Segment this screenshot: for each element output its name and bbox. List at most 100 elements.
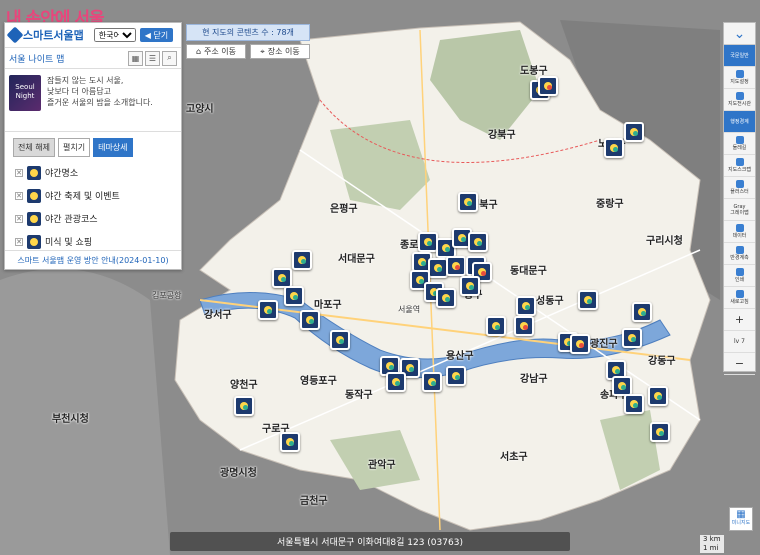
toolbar-cluster[interactable]: 플러스터: [724, 177, 755, 199]
chevron-down-icon[interactable]: ⌄: [724, 23, 755, 45]
map-marker[interactable]: [458, 192, 478, 212]
map-marker[interactable]: [624, 122, 644, 142]
place-yongsan: 용산구: [446, 351, 474, 362]
map-marker[interactable]: [612, 376, 632, 396]
map-marker[interactable]: [258, 300, 278, 320]
toolbar-label: 둘레길: [732, 145, 747, 151]
toolbar-map-gallery[interactable]: 지도전시관: [724, 89, 755, 111]
panel-title: 서울 나이트 맵: [9, 54, 65, 65]
map-marker[interactable]: [648, 386, 668, 406]
place-move-label: 장소 이동: [267, 47, 300, 56]
smart-seoul-map-logo[interactable]: 스마트서울맵: [6, 26, 84, 44]
map-marker[interactable]: [446, 256, 466, 276]
toolbar-korean-basic[interactable]: 국문일반: [724, 45, 755, 67]
toolbar-map-settings[interactable]: 지도설정: [724, 67, 755, 89]
zoom-out-button[interactable]: −: [724, 353, 755, 375]
theme-intro: Seoul Night 잠들지 않는 도시 서울, 낮보다 더 아름답고 즐거운…: [5, 69, 181, 121]
map-marker[interactable]: [514, 316, 534, 336]
map-marker[interactable]: [632, 302, 652, 322]
settings-icon: [735, 70, 744, 78]
search-icon[interactable]: ⌕: [162, 50, 177, 66]
operation-notice-link[interactable]: 스마트 서울맵 운영 방안 안내(2024-01-10): [5, 250, 181, 266]
place-gimpo-airport: 김포공항: [152, 291, 182, 300]
grid-view-icon[interactable]: ▦: [128, 50, 143, 66]
toolbar-label: 새로고침: [730, 299, 749, 305]
map-logo-icon: [6, 26, 24, 44]
map-marker[interactable]: [604, 138, 624, 158]
map-marker[interactable]: [622, 328, 642, 348]
place-seongdong: 성동구: [536, 296, 564, 307]
map-marker[interactable]: [300, 310, 320, 330]
logo-text: 스마트서울맵: [23, 29, 84, 42]
place-gwangjin: 광진구: [590, 339, 618, 350]
scrap-icon: [735, 158, 744, 166]
map-toolbar: ⌄ 국문일반 지도설정 지도전시관 행정경계 둘레길 지도스크랩 플러스터 Gr…: [723, 22, 756, 375]
toolbar-admin-boundary[interactable]: 행정경계: [724, 111, 755, 133]
map-marker[interactable]: [516, 296, 536, 316]
toolbar-radius[interactable]: 반경계측: [724, 243, 755, 265]
layer-checkbox[interactable]: ✕: [15, 191, 23, 200]
toolbar-label: 플러스터: [730, 189, 749, 195]
trail-icon: [735, 136, 744, 144]
map-marker[interactable]: [428, 258, 448, 278]
scale-km: 3 km: [703, 535, 721, 543]
map-marker[interactable]: [272, 268, 292, 288]
map-marker[interactable]: [538, 76, 558, 96]
map-marker[interactable]: [292, 250, 312, 270]
toolbar-refresh[interactable]: 새로고침: [724, 287, 755, 309]
map-marker[interactable]: [650, 422, 670, 442]
map-marker[interactable]: [486, 316, 506, 336]
seoul-night-thumbnail: Seoul Night: [9, 75, 41, 111]
content-count: 현 지도의 콘텐츠 수 : 78개: [186, 24, 310, 41]
map-marker[interactable]: [446, 366, 466, 386]
close-button[interactable]: ◀ 닫기: [139, 28, 174, 42]
map-marker[interactable]: [570, 334, 590, 354]
layer-label: 미식 및 쇼핑: [45, 238, 93, 248]
place-seoul-station: 서울역: [398, 305, 421, 314]
tab-theme-detail[interactable]: 테마상세: [93, 138, 133, 157]
toolbar-gray-map[interactable]: Gray 그레이맵: [724, 199, 755, 221]
tab-expand[interactable]: 펼치기: [57, 138, 91, 157]
toolbar-trail[interactable]: 둘레길: [724, 133, 755, 155]
layer-item[interactable]: ✕ 야간 축제 및 이벤트: [5, 184, 181, 207]
layer-checkbox[interactable]: ✕: [15, 214, 23, 223]
minimap-button[interactable]: ▦ 미니지도: [729, 507, 753, 531]
zoom-in-button[interactable]: +: [724, 309, 755, 331]
layer-checkbox[interactable]: ✕: [15, 237, 23, 246]
map-marker[interactable]: [468, 232, 488, 252]
print-icon: [735, 268, 744, 276]
map-marker[interactable]: [418, 232, 438, 252]
map-marker[interactable]: [460, 276, 480, 296]
scale-bar: 3 km 1 mi: [700, 535, 724, 553]
list-view-icon[interactable]: ☰: [145, 50, 160, 66]
map-marker[interactable]: [624, 394, 644, 414]
address-move-button[interactable]: ⌂ 주소 이동: [186, 44, 246, 59]
map-marker[interactable]: [284, 286, 304, 306]
map-marker[interactable]: [422, 372, 442, 392]
refresh-icon: [735, 290, 744, 298]
theme-description: 잠들지 않는 도시 서울, 낮보다 더 아름답고 즐거운 서울의 밤을 소개합니…: [47, 75, 153, 115]
layer-panel: 스마트서울맵 한국어 ◀ 닫기 서울 나이트 맵 ▦ ☰ ⌕ Seoul Nig…: [4, 22, 182, 270]
map-marker[interactable]: [234, 396, 254, 416]
layer-checkbox[interactable]: ✕: [15, 168, 23, 177]
place-gwangmyeong: 광명시청: [220, 468, 257, 479]
map-marker[interactable]: [386, 372, 406, 392]
current-address-bar: 서울특별시 서대문구 이화여대8길 123 (03763): [170, 532, 570, 551]
toolbar-print[interactable]: 인쇄: [724, 265, 755, 287]
layer-item[interactable]: ✕ 야간명소: [5, 161, 181, 184]
place-bucheon: 부천시청: [52, 414, 89, 425]
toolbar-map-scrap[interactable]: 지도스크랩: [724, 155, 755, 177]
gallery-icon: [735, 92, 744, 100]
place-move-button[interactable]: ⌖ 장소 이동: [250, 44, 310, 59]
place-guri: 구리시청: [646, 236, 683, 247]
map-marker[interactable]: [578, 290, 598, 310]
layer-item[interactable]: ✕ 야간 관광코스: [5, 207, 181, 230]
map-marker[interactable]: [330, 330, 350, 350]
language-select[interactable]: 한국어: [93, 28, 136, 42]
tab-deselect-all[interactable]: 전체 해제: [13, 138, 55, 157]
toolbar-data[interactable]: 데이터: [724, 221, 755, 243]
map-marker[interactable]: [436, 288, 456, 308]
toolbar-label: 지도설정: [730, 79, 749, 85]
close-label: 닫기: [153, 30, 169, 40]
map-marker[interactable]: [280, 432, 300, 452]
